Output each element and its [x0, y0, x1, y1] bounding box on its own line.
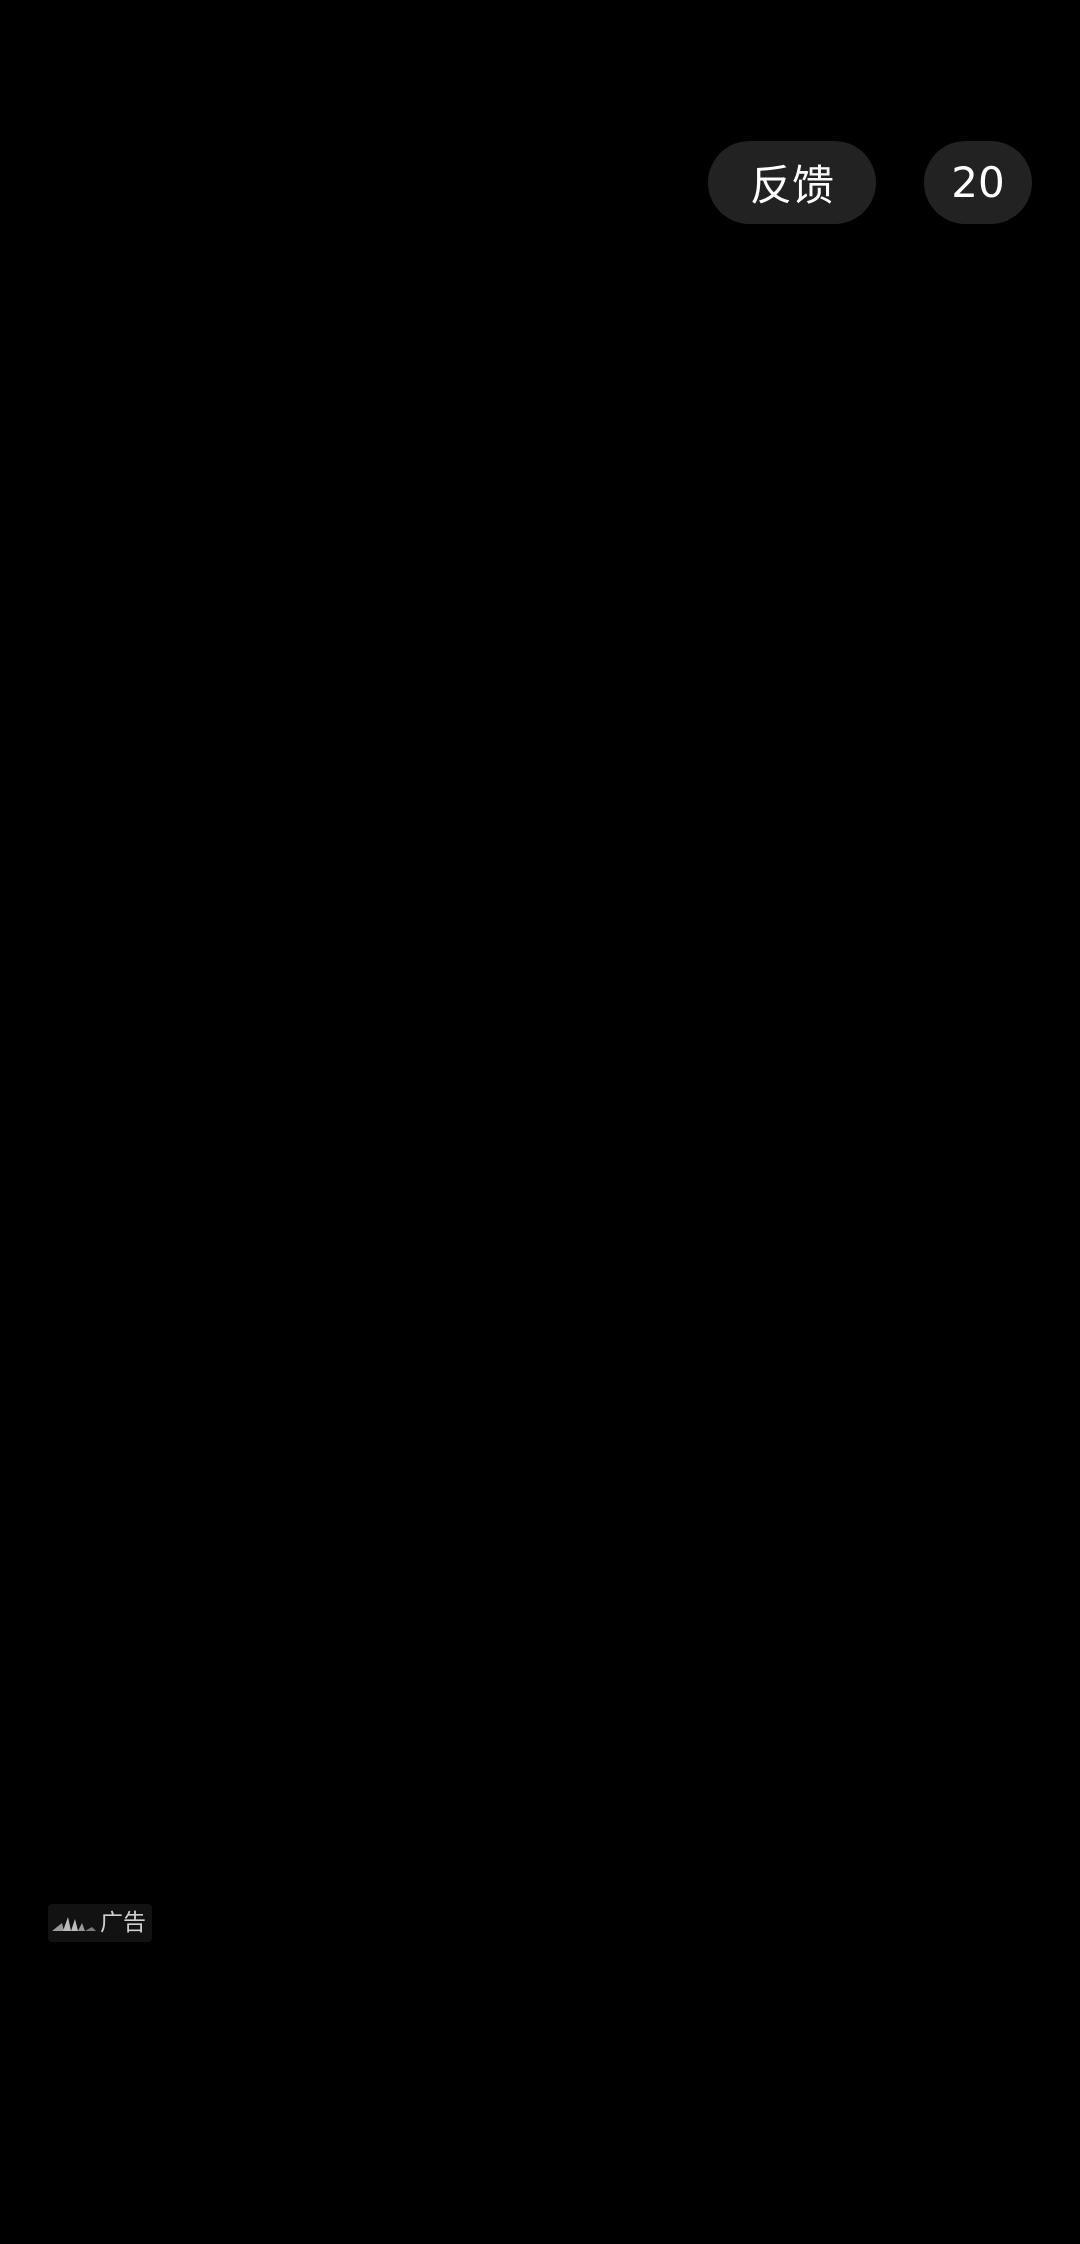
feedback-button[interactable]: 反馈 [708, 141, 876, 224]
countdown-value: 20 [951, 158, 1005, 207]
ad-badge-label: 广告 [100, 1909, 146, 1936]
skip-countdown-button[interactable]: 20 [924, 141, 1032, 224]
ad-network-logo-icon [52, 1917, 96, 1931]
feedback-button-label: 反馈 [749, 161, 834, 210]
ad-badge: 广告 [48, 1904, 152, 1942]
ad-splash-screen: 反馈 20 广告 [0, 0, 1080, 2244]
